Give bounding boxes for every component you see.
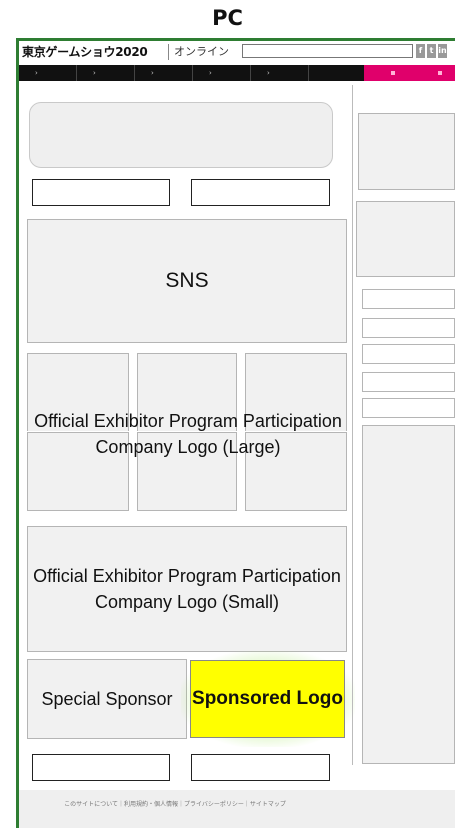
bottom-banner-slot-1[interactable]	[32, 754, 170, 781]
bottom-banner-slot-2[interactable]	[191, 754, 330, 781]
nav-item-5[interactable]: ›	[251, 65, 309, 81]
nav-dot-icon	[391, 71, 395, 75]
nav-item-3[interactable]: ›	[135, 65, 193, 81]
site-logo[interactable]: 東京ゲームショウ2020	[22, 43, 148, 61]
sponsored-logo-panel[interactable]: Sponsored Logo	[190, 660, 345, 738]
nav-item-1[interactable]: ›	[19, 65, 77, 81]
online-label: オンライン	[174, 45, 229, 58]
sidebar-link-3[interactable]	[362, 344, 455, 364]
linkedin-icon[interactable]: in	[438, 44, 447, 58]
banner-slot-2[interactable]	[191, 179, 330, 206]
sidebar-ad-2[interactable]	[356, 201, 455, 277]
facebook-icon[interactable]: f	[416, 44, 425, 58]
sidebar-link-1[interactable]	[362, 289, 455, 309]
sidebar-link-2[interactable]	[362, 318, 455, 338]
nav-bar: › › › › ›	[19, 65, 455, 81]
footer-links[interactable]: このサイトについて｜利用規約・個人情報｜プライバシーポリシー｜サイトマップ	[19, 798, 331, 812]
banner-slot-1[interactable]	[32, 179, 170, 206]
device-label: PC	[212, 6, 243, 30]
sidebar-ad-1[interactable]	[358, 113, 455, 190]
nav-item-4[interactable]: ›	[193, 65, 251, 81]
special-sponsor-panel[interactable]: Special Sponsor	[27, 659, 187, 739]
large-logo-label: Official Exhibitor Program Participation…	[34, 411, 342, 457]
sns-panel[interactable]: SNS	[27, 219, 347, 343]
hero-banner[interactable]	[29, 102, 333, 168]
nav-item-2[interactable]: ›	[77, 65, 135, 81]
twitter-icon[interactable]: t	[427, 44, 436, 58]
small-logo-panel[interactable]: Official Exhibitor Program Participation…	[27, 526, 347, 652]
nav-dot-icon	[438, 71, 442, 75]
sidebar-divider	[352, 85, 353, 765]
sidebar-link-5[interactable]	[362, 398, 455, 418]
sidebar-link-4[interactable]	[362, 372, 455, 392]
sidebar-tall-panel[interactable]	[362, 425, 455, 764]
nav-highlight[interactable]	[364, 65, 455, 81]
search-input[interactable]	[242, 44, 413, 58]
logo-separator	[168, 44, 169, 60]
